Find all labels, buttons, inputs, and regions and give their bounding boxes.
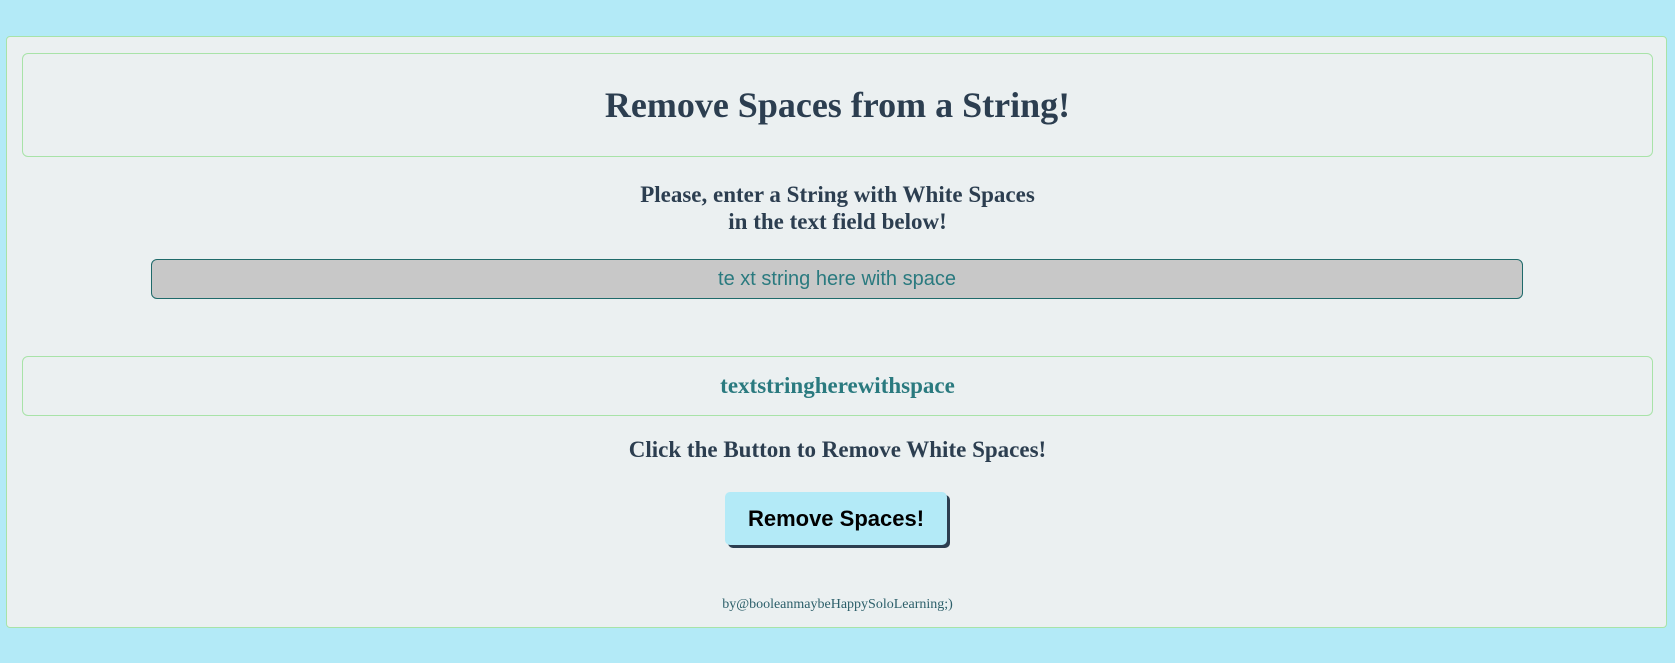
prompt-line-1: Please, enter a String with White Spaces [640,182,1035,207]
main-card: Remove Spaces from a String! Please, ent… [6,36,1667,628]
remove-spaces-button[interactable]: Remove Spaces! [725,492,947,545]
input-wrapper [151,259,1523,299]
author-credit: by@booleanmaybeHappySoloLearning;) [722,597,953,612]
string-input[interactable] [151,259,1523,299]
input-prompt: Please, enter a String with White Spaces… [7,181,1668,235]
result-box: textstringherewithspace [22,356,1653,416]
prompt-line-2: in the text field below! [728,209,947,234]
title-box: Remove Spaces from a String! [22,53,1653,157]
page-title: Remove Spaces from a String! [604,85,1071,125]
result-text: textstringherewithspace [720,373,955,398]
button-instruction: Click the Button to Remove White Spaces! [628,437,1047,462]
